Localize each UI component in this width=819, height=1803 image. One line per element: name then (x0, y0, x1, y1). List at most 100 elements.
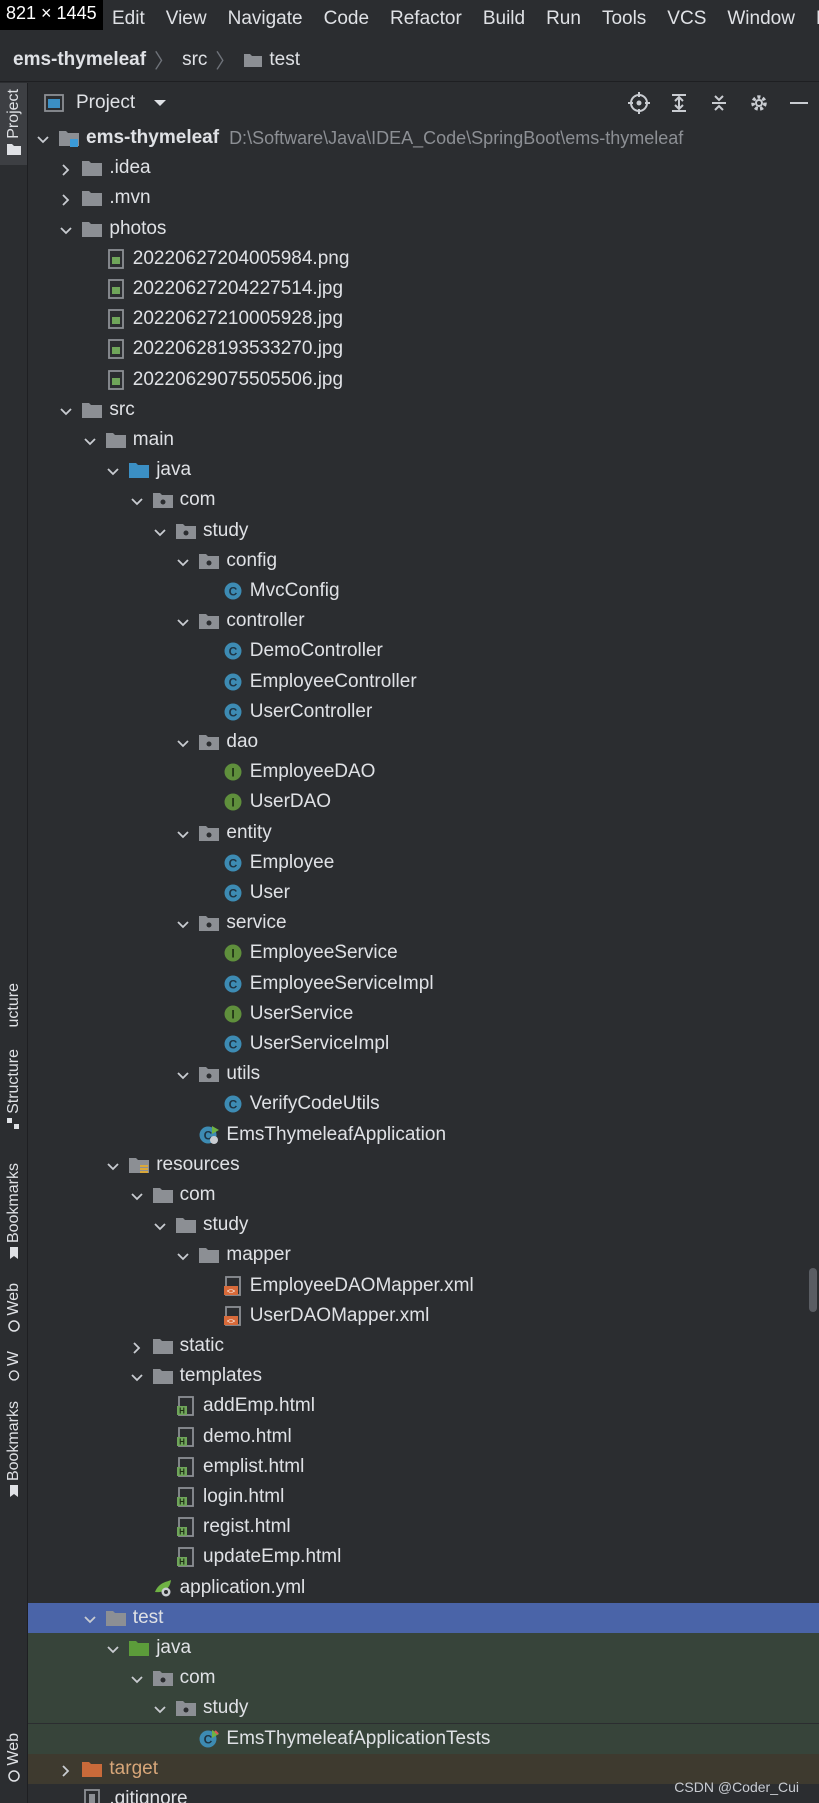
tree-row[interactable]: service (28, 908, 819, 938)
chevron-right-icon[interactable] (59, 161, 73, 176)
tree-row[interactable]: application.yml (28, 1573, 819, 1603)
menu-item-tools[interactable]: Tools (602, 8, 646, 30)
chevron-right-icon[interactable] (130, 1339, 144, 1354)
breadcrumb-project[interactable]: ems-thymeleaf (13, 49, 146, 71)
tree-row[interactable]: <> EmployeeDAOMapper.xml (28, 1271, 819, 1301)
menu-item-window[interactable]: Window (727, 8, 795, 30)
tree-row[interactable]: com (28, 1663, 819, 1694)
chevron-right-icon[interactable] (59, 191, 73, 207)
menu-item-vcs[interactable]: VCS (667, 8, 706, 30)
menu-item-view[interactable]: View (166, 8, 207, 30)
tree-row[interactable]: study (28, 1210, 819, 1240)
chevron-down-icon[interactable] (83, 1611, 97, 1625)
tree-row[interactable]: C EmployeeController (28, 667, 819, 697)
tree-row[interactable]: Hregist.html (28, 1512, 819, 1542)
tree-row[interactable]: Hlogin.html (28, 1482, 819, 1512)
chevron-down-icon[interactable] (106, 463, 120, 477)
tree-row[interactable]: mapper (28, 1240, 819, 1270)
tree-row[interactable]: 20220627204227514.jpg (28, 274, 819, 304)
tree-row[interactable]: C EmployeeServiceImpl (28, 969, 819, 999)
chevron-down-icon[interactable] (176, 554, 190, 568)
tab-web[interactable]: Web (0, 1283, 27, 1345)
tree-row[interactable]: <> UserDAOMapper.xml (28, 1301, 819, 1331)
tree-row[interactable]: Hemplist.html (28, 1452, 819, 1482)
chevron-down-icon[interactable] (176, 916, 190, 930)
tree-row[interactable]: test (28, 1602, 819, 1633)
tree-row[interactable]: dao (28, 727, 819, 757)
tree-row[interactable]: I EmployeeService (28, 938, 819, 968)
tree-row[interactable]: controller (28, 606, 819, 636)
chevron-down-icon[interactable] (176, 826, 190, 840)
panel-title[interactable]: Project (76, 92, 135, 114)
tree-row[interactable]: Hdemo.html (28, 1422, 819, 1452)
chevron-down-icon[interactable] (176, 1248, 190, 1262)
menu-item-edit[interactable]: Edit (112, 8, 145, 30)
tree-row[interactable]: java (28, 455, 819, 485)
chevron-down-icon[interactable] (36, 131, 50, 145)
tree-row[interactable]: 20220627204005984.png (28, 244, 819, 274)
tree-row[interactable]: resources (28, 1150, 819, 1180)
tab-structure[interactable]: Structure (0, 1049, 27, 1145)
chevron-down-icon[interactable] (59, 403, 73, 417)
tree-row[interactable]: C UserServiceImpl (28, 1029, 819, 1059)
tree-row[interactable]: C Employee (28, 848, 819, 878)
tree-row[interactable]: photos (28, 214, 819, 244)
tree-row[interactable]: C EmsThymeleafApplication (28, 1120, 819, 1150)
chevron-down-icon[interactable] (130, 1369, 144, 1383)
tree-row[interactable]: study (28, 1693, 819, 1724)
tab-bookmarks[interactable]: Bookmarks (0, 1163, 27, 1265)
chevron-down-icon[interactable] (176, 1067, 190, 1081)
tree-row[interactable]: static (28, 1331, 819, 1361)
chevron-down-icon[interactable] (176, 735, 190, 749)
tab-structure-partial[interactable]: ucture (0, 983, 27, 1033)
tree-row[interactable]: HaddEmp.html (28, 1391, 819, 1421)
chevron-down-icon[interactable] (176, 614, 190, 628)
menu-item-build[interactable]: Build (483, 8, 525, 30)
tree-row[interactable]: ems-thymeleaf D:\Software\Java\IDEA_Code\… (28, 123, 819, 153)
locate-icon[interactable] (619, 83, 659, 123)
tree-row[interactable]: C User (28, 878, 819, 908)
tree-row[interactable]: C EmsThymeleafApplicationTests (28, 1723, 819, 1754)
tree-row[interactable]: I UserService (28, 999, 819, 1029)
tab-web-2[interactable]: Web (0, 1733, 27, 1793)
tree-row[interactable]: I UserDAO (28, 787, 819, 817)
gear-icon[interactable] (739, 83, 779, 123)
chevron-down-icon[interactable] (130, 1188, 144, 1202)
tree-row[interactable]: .idea (28, 153, 819, 183)
tree-row[interactable]: C MvcConfig (28, 576, 819, 606)
tree-row[interactable]: 20220627210005928.jpg (28, 304, 819, 334)
tree-row[interactable]: 20220628193533270.jpg (28, 334, 819, 364)
menu-item-refactor[interactable]: Refactor (390, 8, 462, 30)
menu-item-navigate[interactable]: Navigate (228, 8, 303, 30)
chevron-down-icon[interactable] (106, 1641, 120, 1655)
tree-row[interactable]: C UserController (28, 697, 819, 727)
minimize-icon[interactable] (779, 83, 819, 123)
tree-row[interactable]: com (28, 485, 819, 515)
tree-row[interactable]: config (28, 546, 819, 576)
breadcrumb-test[interactable]: test (243, 49, 300, 71)
tab-web-partial[interactable]: W (0, 1351, 27, 1381)
tree-row[interactable]: C DemoController (28, 636, 819, 666)
breadcrumb-src[interactable]: src (182, 49, 207, 71)
tree-row[interactable]: main (28, 425, 819, 455)
chevron-down-icon[interactable] (130, 1671, 144, 1685)
tree-row[interactable]: com (28, 1180, 819, 1210)
menu-item-run[interactable]: Run (546, 8, 581, 30)
chevron-down-icon[interactable] (106, 1158, 120, 1172)
tree-row[interactable]: HupdateEmp.html (28, 1542, 819, 1572)
menu-item-code[interactable]: Code (324, 8, 369, 30)
tab-bookmarks-2[interactable]: Bookmarks (0, 1401, 27, 1503)
tree-row[interactable]: utils (28, 1059, 819, 1089)
chevron-down-icon[interactable] (83, 433, 97, 447)
chevron-right-icon[interactable] (59, 1762, 73, 1777)
tree-row[interactable]: src (28, 395, 819, 425)
tree-row[interactable]: java (28, 1633, 819, 1663)
tree-row[interactable]: templates (28, 1361, 819, 1391)
collapse-all-icon[interactable] (699, 83, 739, 123)
chevron-down-icon[interactable] (153, 98, 167, 108)
tree-row[interactable]: 20220629075505506.jpg (28, 365, 819, 395)
chevron-down-icon[interactable] (153, 1701, 167, 1715)
tree-row[interactable]: C VerifyCodeUtils (28, 1089, 819, 1119)
chevron-down-icon[interactable] (59, 222, 73, 236)
tree-row[interactable]: entity (28, 818, 819, 848)
